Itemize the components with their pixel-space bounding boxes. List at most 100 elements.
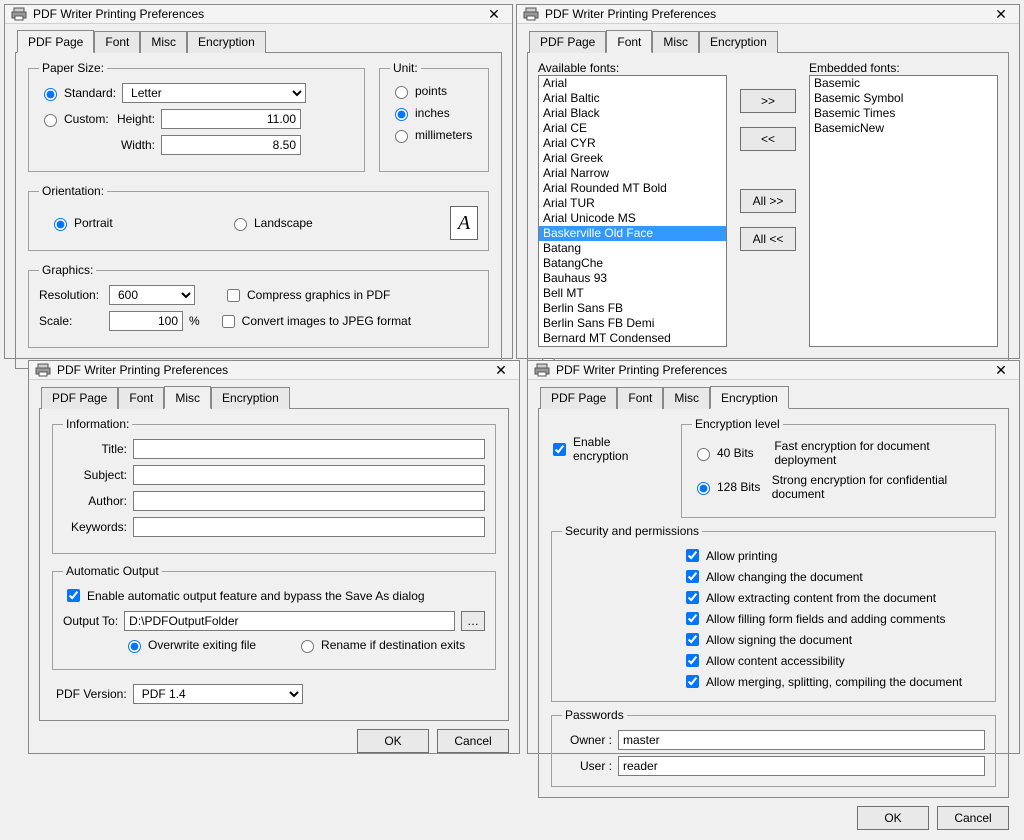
font-item[interactable]: Arial xyxy=(539,76,726,91)
tab-pdf-page[interactable]: PDF Page xyxy=(540,387,617,409)
cancel-button[interactable]: Cancel xyxy=(937,806,1009,830)
tab-encryption[interactable]: Encryption xyxy=(211,387,290,409)
passwords-legend: Passwords xyxy=(562,708,627,722)
printer-icon xyxy=(35,362,51,378)
add-font-button[interactable]: >> xyxy=(740,89,796,113)
unit-legend: Unit: xyxy=(390,61,421,75)
width-input[interactable] xyxy=(161,135,301,155)
scale-unit: % xyxy=(189,314,200,328)
perm-change-check[interactable]: Allow changing the document xyxy=(682,567,985,586)
standard-radio[interactable]: Standard: xyxy=(39,85,116,101)
author-input[interactable] xyxy=(133,491,485,511)
resolution-select[interactable]: 600 xyxy=(109,285,195,305)
bits40-radio[interactable]: 40 Bits xyxy=(692,445,768,461)
font-item[interactable]: Arial Black xyxy=(539,106,726,121)
available-label: Available fonts: xyxy=(538,61,727,75)
landscape-radio[interactable]: Landscape xyxy=(229,215,313,231)
owner-label: Owner : xyxy=(562,733,612,747)
font-item[interactable]: Basemic Times xyxy=(810,106,997,121)
perm-sign-check[interactable]: Allow signing the document xyxy=(682,630,985,649)
font-item[interactable]: Baskerville Old Face xyxy=(539,226,726,241)
tab-encryption[interactable]: Encryption xyxy=(710,386,789,409)
font-item[interactable]: Bell MT xyxy=(539,286,726,301)
remove-all-fonts-button[interactable]: All << xyxy=(740,227,796,251)
close-icon[interactable]: ✕ xyxy=(482,5,506,23)
automatic-output-group: Automatic Output Enable automatic output… xyxy=(52,564,496,670)
tab-encryption[interactable]: Encryption xyxy=(187,31,266,53)
subject-input[interactable] xyxy=(133,465,485,485)
font-item[interactable]: Batang xyxy=(539,241,726,256)
font-item[interactable]: Basemic Symbol xyxy=(810,91,997,106)
tab-font[interactable]: Font xyxy=(606,30,652,53)
information-legend: Information: xyxy=(63,417,132,431)
convert-jpeg-check[interactable]: Convert images to JPEG format xyxy=(218,312,411,331)
scale-input[interactable] xyxy=(109,311,183,331)
close-icon[interactable]: ✕ xyxy=(489,361,513,379)
font-item[interactable]: Basemic xyxy=(810,76,997,91)
title-input[interactable] xyxy=(133,439,485,459)
close-icon[interactable]: ✕ xyxy=(989,5,1013,23)
font-item[interactable]: Bernard MT Condensed xyxy=(539,331,726,346)
remove-font-button[interactable]: << xyxy=(740,127,796,151)
owner-password-input[interactable] xyxy=(618,730,985,750)
font-item[interactable]: Arial TUR xyxy=(539,196,726,211)
font-item[interactable]: Arial Baltic xyxy=(539,91,726,106)
font-item[interactable]: Bauhaus 93 xyxy=(539,271,726,286)
overwrite-radio[interactable]: Overwrite exiting file xyxy=(123,637,256,653)
tab-pdf-page[interactable]: PDF Page xyxy=(529,31,606,53)
graphics-group: Graphics: Resolution: 600 Compress graph… xyxy=(28,263,489,348)
font-item[interactable]: BasemicNew xyxy=(810,121,997,136)
tab-font[interactable]: Font xyxy=(617,387,663,409)
output-to-label: Output To: xyxy=(63,614,118,628)
standard-select[interactable]: Letter xyxy=(122,83,306,103)
font-item[interactable]: Arial Narrow xyxy=(539,166,726,181)
perm-access-check[interactable]: Allow content accessibility xyxy=(682,651,985,670)
window-misc: PDF Writer Printing Preferences ✕ PDF Pa… xyxy=(28,360,520,754)
browse-button[interactable]: … xyxy=(461,611,485,631)
tab-misc[interactable]: Misc xyxy=(652,31,699,53)
perm-extract-check[interactable]: Allow extracting content from the docume… xyxy=(682,588,985,607)
ok-button[interactable]: OK xyxy=(357,729,429,753)
perm-form-check[interactable]: Allow filling form fields and adding com… xyxy=(682,609,985,628)
compress-check[interactable]: Compress graphics in PDF xyxy=(223,286,390,305)
author-label: Author: xyxy=(63,494,127,508)
available-fonts-list[interactable]: ArialArial BalticArial BlackArial CEAria… xyxy=(538,75,727,347)
custom-radio[interactable]: Custom: xyxy=(39,111,109,127)
rename-radio[interactable]: Rename if destination exits xyxy=(296,637,465,653)
tab-misc[interactable]: Misc xyxy=(164,386,211,409)
font-item[interactable]: Arial CYR xyxy=(539,136,726,151)
tab-pdf-page[interactable]: PDF Page xyxy=(41,387,118,409)
embedded-fonts-list[interactable]: BasemicBasemic SymbolBasemic TimesBasemi… xyxy=(809,75,998,347)
font-item[interactable]: Arial Rounded MT Bold xyxy=(539,181,726,196)
font-item[interactable]: Berlin Sans FB xyxy=(539,301,726,316)
unit-points[interactable]: points xyxy=(390,83,447,99)
portrait-radio[interactable]: Portrait xyxy=(49,215,189,231)
perm-print-check[interactable]: Allow printing xyxy=(682,546,985,565)
font-item[interactable]: Arial CE xyxy=(539,121,726,136)
tab-font[interactable]: Font xyxy=(94,31,140,53)
tab-font[interactable]: Font xyxy=(118,387,164,409)
tab-misc[interactable]: Misc xyxy=(140,31,187,53)
tab-misc[interactable]: Misc xyxy=(663,387,710,409)
tab-encryption[interactable]: Encryption xyxy=(699,31,778,53)
keywords-input[interactable] xyxy=(133,517,485,537)
font-item[interactable]: Arial Unicode MS xyxy=(539,211,726,226)
pdf-version-select[interactable]: PDF 1.4 xyxy=(133,684,303,704)
unit-mm[interactable]: millimeters xyxy=(390,127,472,143)
tab-pdf-page[interactable]: PDF Page xyxy=(17,30,94,53)
bits128-radio[interactable]: 128 Bits xyxy=(692,479,766,495)
font-item[interactable]: Berlin Sans FB Demi xyxy=(539,316,726,331)
enable-encryption-check[interactable]: Enable encryption xyxy=(549,435,669,463)
user-password-input[interactable] xyxy=(618,756,985,776)
font-item[interactable]: BatangChe xyxy=(539,256,726,271)
enable-auto-output-check[interactable]: Enable automatic output feature and bypa… xyxy=(63,586,425,605)
cancel-button[interactable]: Cancel xyxy=(437,729,509,753)
font-item[interactable]: Arial Greek xyxy=(539,151,726,166)
add-all-fonts-button[interactable]: All >> xyxy=(740,189,796,213)
unit-inches[interactable]: inches xyxy=(390,105,450,121)
ok-button[interactable]: OK xyxy=(857,806,929,830)
close-icon[interactable]: ✕ xyxy=(989,361,1013,379)
perm-merge-check[interactable]: Allow merging, splitting, compiling the … xyxy=(682,672,985,691)
height-input[interactable] xyxy=(161,109,301,129)
output-to-input[interactable] xyxy=(124,611,455,631)
